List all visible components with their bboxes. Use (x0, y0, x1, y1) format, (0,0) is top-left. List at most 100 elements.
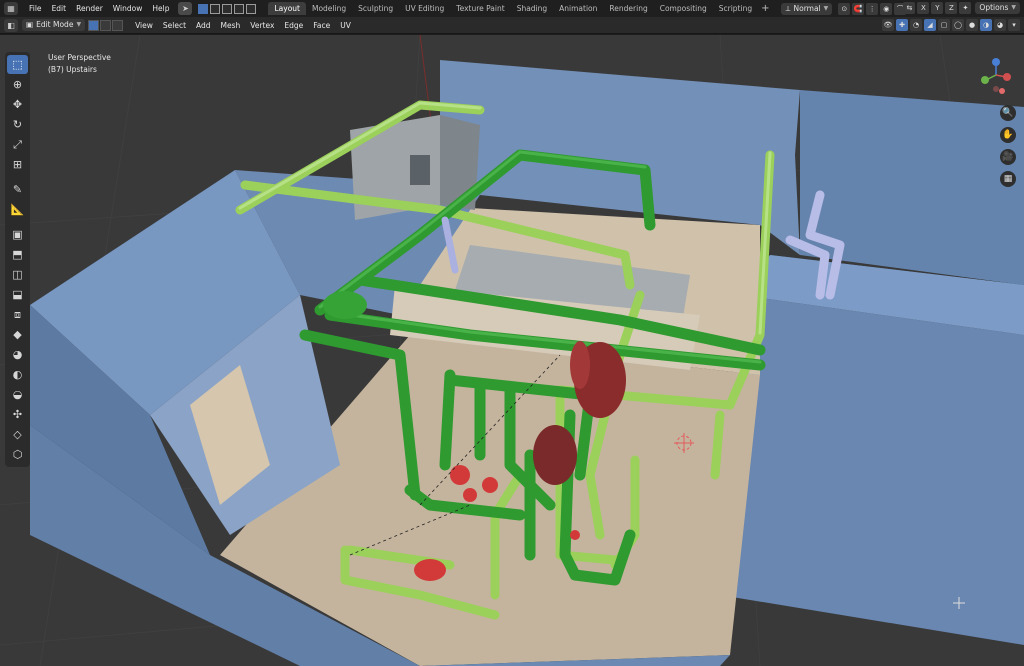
snap-increment-icon[interactable]: ⋮ (866, 2, 879, 15)
select-intersect-icon[interactable] (246, 3, 257, 14)
tab-shading[interactable]: Shading (511, 2, 553, 15)
spin-tool[interactable]: ◐ (7, 365, 28, 384)
extrude-tool[interactable]: ⬒ (7, 245, 28, 264)
move-tool[interactable]: ✥ (7, 95, 28, 114)
options-dropdown[interactable]: Options ▼ (975, 2, 1020, 14)
mode-dropdown[interactable]: ▣ Edit Mode ▼ (22, 19, 86, 31)
mesh-select-mode (88, 19, 124, 31)
shading-options-icon[interactable]: ▾ (1008, 19, 1020, 31)
menu-add[interactable]: Add (191, 21, 216, 30)
mirror-icon[interactable]: ⇆ (903, 2, 916, 14)
smooth-tool[interactable]: ◒ (7, 385, 28, 404)
top-bar: ▦ File Edit Render Window Help ➤ Layout … (0, 0, 1024, 17)
proportional-edit-icon[interactable]: ◉ (880, 2, 893, 15)
shading-solid-icon[interactable]: ● (966, 19, 978, 31)
grid-ortho-icon[interactable]: ▦ (1000, 171, 1016, 187)
inset-tool[interactable]: ◫ (7, 265, 28, 284)
transform-tool[interactable]: ⊞ (7, 155, 28, 174)
bevel-tool[interactable]: ⬓ (7, 285, 28, 304)
zoom-icon[interactable]: 🔍 (1000, 105, 1016, 121)
topbar-right: ⇆ X Y Z ✦ Options ▼ (901, 2, 1020, 14)
menu-uv[interactable]: UV (335, 21, 356, 30)
toolbar-separator (5, 175, 30, 179)
select-cursor-icon[interactable]: ➤ (178, 2, 193, 15)
workspace-tabs: Layout Modeling Sculpting UV Editing Tex… (268, 0, 769, 17)
axis-z-toggle[interactable]: Z (945, 2, 958, 14)
tab-sculpting[interactable]: Sculpting (352, 2, 399, 15)
menu-window[interactable]: Window (108, 0, 148, 17)
select-subtract-icon[interactable] (222, 3, 233, 14)
select-invert-icon[interactable] (234, 3, 245, 14)
edge-slide-tool[interactable]: ✣ (7, 405, 28, 424)
pan-hand-icon[interactable]: ✋ (1000, 127, 1016, 143)
select-box-tool[interactable]: ⬚ (7, 55, 28, 74)
shear-tool[interactable]: ⬡ (7, 445, 28, 464)
tab-uv-editing[interactable]: UV Editing (399, 2, 450, 15)
viewport-editor-icon[interactable]: ◧ (4, 18, 18, 32)
axis-y-toggle[interactable]: Y (931, 2, 944, 14)
view-perspective-label: User Perspective (48, 53, 111, 62)
active-object-label: (B7) Upstairs (48, 65, 97, 74)
menu-mesh[interactable]: Mesh (216, 21, 246, 30)
shrink-tool[interactable]: ◇ (7, 425, 28, 444)
snap-icon[interactable]: 🧲 (852, 2, 865, 15)
annotate-tool[interactable]: ✎ (7, 180, 28, 199)
menu-face[interactable]: Face (308, 21, 335, 30)
select-new-icon[interactable] (198, 3, 209, 14)
camera-view-icon[interactable]: 🎥 (1000, 149, 1016, 165)
tab-texture-paint[interactable]: Texture Paint (450, 2, 510, 15)
tab-layout[interactable]: Layout (268, 2, 306, 15)
visibility-icon[interactable]: 👁 (882, 19, 894, 31)
scene-render[interactable] (0, 35, 1024, 666)
transform-orientation-dropdown[interactable]: ⟂ Normal ▼ (781, 2, 833, 15)
pivot-icon[interactable]: ⊙ (838, 2, 851, 15)
tab-animation[interactable]: Animation (553, 2, 603, 15)
viewport-header: ◧ ▣ Edit Mode ▼ View Select Add Mesh Ver… (0, 17, 1024, 34)
add-cube-tool[interactable]: ▣ (7, 225, 28, 244)
menu-edge[interactable]: Edge (279, 21, 308, 30)
measure-tool[interactable]: 📐 (7, 200, 28, 219)
3d-viewport[interactable]: User Perspective (B7) Upstairs ⬚ ⊕ ✥ ↻ ⤢ ⊞ ✎ 📐 ▣… (0, 35, 1024, 666)
tool-shelf: ⬚ ⊕ ✥ ↻ ⤢ ⊞ ✎ 📐 ▣ ⬒ ◫ ⬓ ⧈ ◆ ◕ ◐ ◒ ✣ ◇ ⬡ (5, 52, 30, 467)
scale-tool[interactable]: ⤢ (7, 135, 28, 154)
tab-scripting[interactable]: Scripting (713, 2, 758, 15)
machine-screen (410, 155, 430, 185)
xray-toggle-icon[interactable]: ▢ (938, 19, 950, 31)
axis-x-toggle[interactable]: X (917, 2, 930, 14)
wall-right-lower (720, 295, 1024, 645)
tab-compositing[interactable]: Compositing (654, 2, 713, 15)
menu-view[interactable]: View (130, 21, 158, 30)
shading-rendered-icon[interactable]: ◕ (994, 19, 1006, 31)
red-tank-top (570, 341, 590, 389)
mesh-overlay-icon[interactable]: ◢ (924, 19, 936, 31)
pump-body-left (323, 291, 367, 319)
menu-select[interactable]: Select (158, 21, 191, 30)
loop-cut-tool[interactable]: ⧈ (7, 305, 28, 324)
shading-material-icon[interactable]: ◑ (980, 19, 992, 31)
vertex-select-icon[interactable] (88, 19, 100, 31)
tab-modeling[interactable]: Modeling (306, 2, 352, 15)
shading-wireframe-icon[interactable]: ◯ (952, 19, 964, 31)
menu-file[interactable]: File (24, 0, 47, 17)
options-label: Options (979, 3, 1009, 12)
menu-vertex[interactable]: Vertex (245, 21, 279, 30)
face-select-icon[interactable] (112, 19, 124, 31)
menu-edit[interactable]: Edit (47, 0, 72, 17)
cursor-tool[interactable]: ⊕ (7, 75, 28, 94)
gizmo-toggle-icon[interactable]: ✚ (896, 19, 908, 31)
add-workspace-button[interactable]: + (761, 2, 769, 15)
rotate-tool[interactable]: ↻ (7, 115, 28, 134)
orientation-value: Normal (793, 3, 821, 13)
select-extend-icon[interactable] (210, 3, 221, 14)
editor-type-icon[interactable]: ▦ (4, 2, 18, 15)
overlay-toggle-icon[interactable]: ◔ (910, 19, 922, 31)
red-vessel (533, 425, 577, 485)
tab-rendering[interactable]: Rendering (603, 2, 653, 15)
edit-options-icon[interactable]: ✦ (959, 2, 972, 14)
poly-build-tool[interactable]: ◕ (7, 345, 28, 364)
menu-render[interactable]: Render (71, 0, 108, 17)
knife-tool[interactable]: ◆ (7, 325, 28, 344)
chevron-down-icon: ▼ (76, 21, 82, 28)
edge-select-icon[interactable] (100, 19, 112, 31)
menu-help[interactable]: Help (147, 0, 174, 17)
